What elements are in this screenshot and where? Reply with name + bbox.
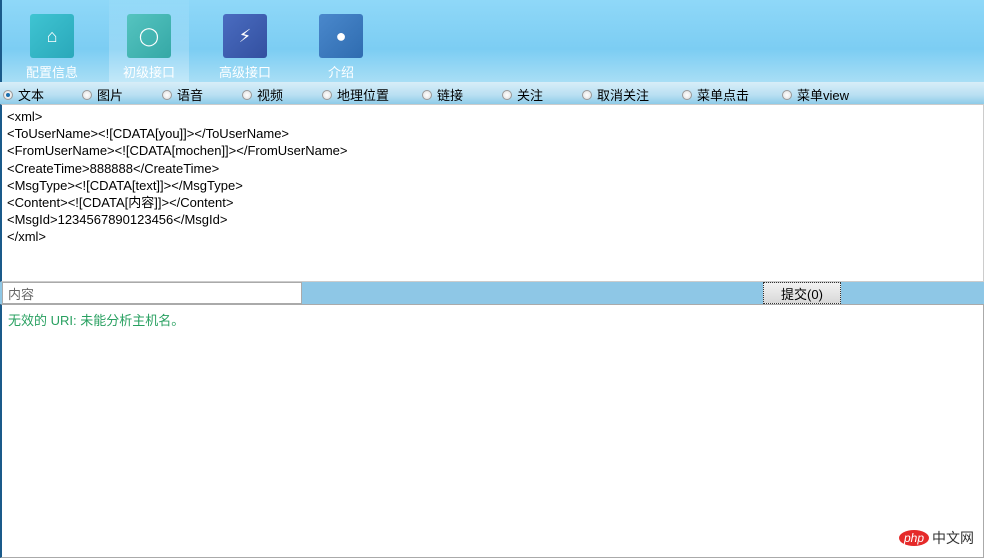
radio-label: 链接	[437, 88, 464, 103]
php-badge: php	[898, 530, 929, 546]
top-nav: ⌂ 配置信息 ◯ 初级接口 ⚡ 高级接口 ● 介绍	[0, 0, 984, 82]
radio-unsubscribe[interactable]: 取消关注	[582, 85, 649, 104]
radio-dot[interactable]	[502, 89, 512, 100]
radio-subscribe[interactable]: 关注	[502, 85, 543, 104]
nav-config[interactable]: ⌂ 配置信息	[12, 0, 92, 82]
radio-dot[interactable]	[3, 89, 13, 100]
nav-basic-api[interactable]: ◯ 初级接口	[109, 0, 189, 82]
nav-label: 介绍	[327, 65, 354, 80]
nav-label: 初级接口	[122, 65, 175, 80]
radio-video[interactable]: 视频	[242, 85, 283, 104]
input-row: 提交(0)	[0, 282, 984, 304]
radio-label: 语音	[177, 88, 204, 103]
radio-dot[interactable]	[422, 89, 432, 100]
radio-menu-click[interactable]: 菜单点击	[682, 85, 749, 104]
radio-dot[interactable]	[242, 89, 252, 100]
nav-intro[interactable]: ● 介绍	[301, 0, 381, 82]
radio-menu-view[interactable]: 菜单view	[782, 85, 849, 104]
radio-label: 菜单view	[797, 88, 850, 103]
radio-image[interactable]: 图片	[82, 85, 123, 104]
radio-dot[interactable]	[682, 89, 692, 100]
radio-voice[interactable]: 语音	[162, 85, 203, 104]
nav-label: 高级接口	[218, 65, 271, 80]
radio-dot[interactable]	[782, 89, 792, 100]
radio-location[interactable]: 地理位置	[322, 85, 389, 104]
radio-label: 视频	[257, 88, 284, 103]
chart-icon: ⚡	[223, 14, 267, 58]
response-output[interactable]: 无效的 URI: 未能分析主机名。	[0, 304, 984, 558]
submit-button[interactable]: 提交(0)	[763, 282, 841, 304]
content-input[interactable]	[2, 282, 302, 304]
message-type-radios: 文本 图片 语音 视频 地理位置 链接 关注 取消关注 菜单点击 菜单view	[0, 82, 984, 104]
nav-advanced-api[interactable]: ⚡ 高级接口	[205, 0, 285, 82]
watermark-logo: php 中文网	[898, 528, 974, 548]
radio-link[interactable]: 链接	[422, 85, 463, 104]
radio-dot[interactable]	[322, 89, 332, 100]
nav-label: 配置信息	[25, 65, 78, 80]
radio-label: 地理位置	[337, 88, 390, 103]
watermark-text: 中文网	[932, 530, 974, 546]
radio-dot[interactable]	[582, 89, 592, 100]
radio-label: 图片	[97, 88, 124, 103]
radio-label: 关注	[517, 88, 544, 103]
globe-icon: ●	[319, 14, 363, 58]
radio-label: 文本	[18, 88, 45, 103]
radio-dot[interactable]	[82, 89, 92, 100]
error-message: 无效的 URI: 未能分析主机名。	[8, 313, 185, 328]
xml-request-textarea[interactable]: <xml> <ToUserName><![CDATA[you]]></ToUse…	[0, 104, 984, 282]
refresh-icon: ◯	[127, 14, 171, 58]
radio-dot[interactable]	[162, 89, 172, 100]
radio-label: 菜单点击	[697, 88, 750, 103]
radio-label: 取消关注	[597, 88, 650, 103]
radio-text[interactable]: 文本	[3, 85, 44, 104]
home-icon: ⌂	[30, 14, 74, 58]
